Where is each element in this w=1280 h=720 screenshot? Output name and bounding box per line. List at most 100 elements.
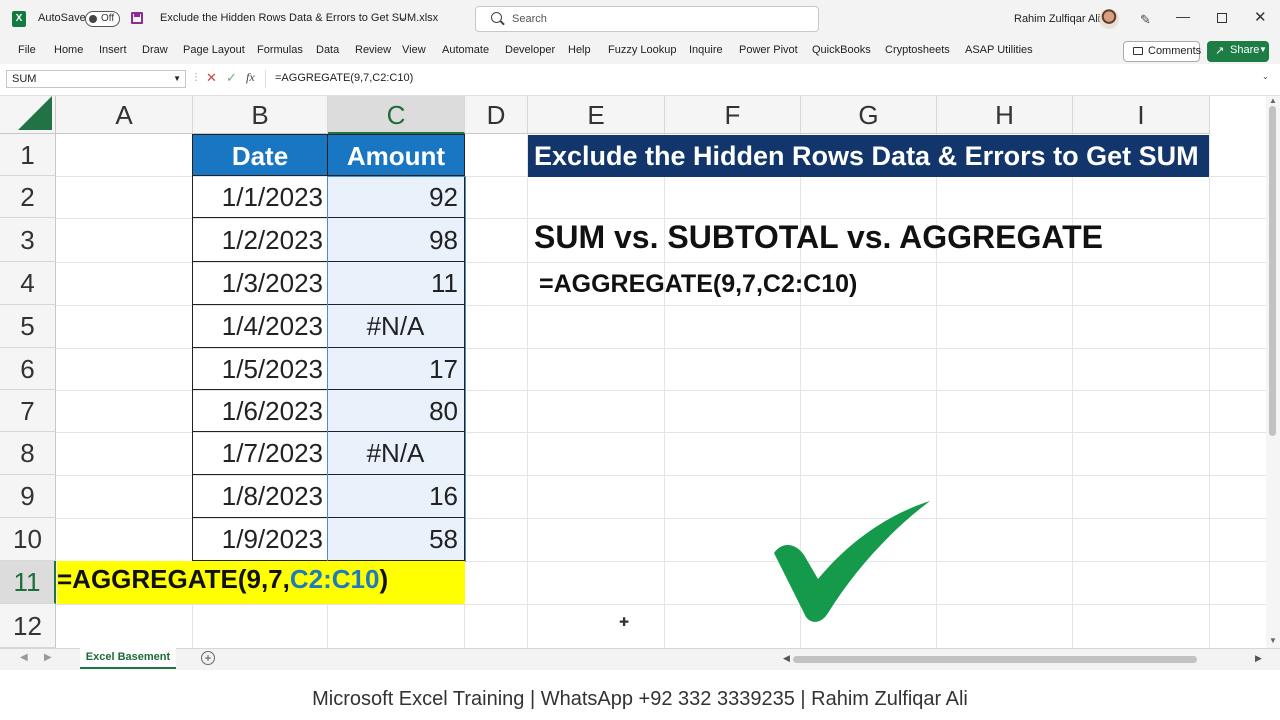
share-label: Share — [1230, 44, 1260, 56]
row-header-4[interactable]: 4 — [0, 262, 56, 305]
previous-sheet-icon[interactable]: ◀ — [20, 652, 28, 663]
comments-button[interactable]: Comments — [1123, 41, 1201, 62]
horizontal-scrollbar[interactable]: ◀ ▶ — [783, 652, 1265, 666]
row-header-7[interactable]: 7 — [0, 390, 56, 432]
formula-input[interactable]: =AGGREGATE(9,7,C2:C10) — [265, 70, 1273, 88]
scroll-down-icon[interactable]: ▼ — [1269, 636, 1277, 645]
scroll-up-icon[interactable]: ▲ — [1269, 96, 1277, 105]
column-header-e[interactable]: E — [528, 96, 665, 134]
autosave-toggle[interactable]: Off — [85, 11, 120, 27]
tab-review[interactable]: Review — [355, 44, 391, 56]
date-cell[interactable]: 1/9/2023 — [192, 518, 328, 561]
date-header-cell[interactable]: Date — [192, 134, 328, 176]
chevron-down-icon[interactable]: ⌄ — [399, 12, 407, 23]
range-selection-outline — [327, 176, 466, 562]
sheet-tab-excel-basement[interactable]: Excel Basement — [80, 648, 176, 669]
column-header-g[interactable]: G — [801, 96, 937, 134]
row-header-1[interactable]: 1 — [0, 134, 56, 176]
column-header-a[interactable]: A — [56, 96, 193, 134]
next-sheet-icon[interactable]: ▶ — [44, 652, 52, 663]
tab-view[interactable]: View — [402, 44, 426, 56]
date-cell[interactable]: 1/5/2023 — [192, 348, 328, 390]
row-header-8[interactable]: 8 — [0, 432, 56, 475]
tab-home[interactable]: Home — [54, 44, 83, 56]
cancel-icon[interactable]: ✕ — [206, 70, 217, 86]
close-icon[interactable]: ✕ — [1254, 8, 1267, 26]
row-header-5[interactable]: 5 — [0, 305, 56, 348]
formula-display-text: =AGGREGATE(9,7,C2:C10) — [539, 270, 858, 298]
insert-function-icon[interactable]: fx — [246, 70, 255, 85]
column-header-b[interactable]: B — [193, 96, 328, 134]
footer-banner: Microsoft Excel Training | WhatsApp +92 … — [0, 678, 1280, 720]
tab-page-layout[interactable]: Page Layout — [183, 44, 245, 56]
pen-icon[interactable]: ✎ — [1140, 12, 1151, 28]
tab-power-pivot[interactable]: Power Pivot — [739, 44, 798, 56]
cell-cursor-icon: ✚ — [619, 615, 630, 629]
tab-data[interactable]: Data — [316, 44, 339, 56]
column-header-h[interactable]: H — [937, 96, 1073, 134]
date-cell[interactable]: 1/3/2023 — [192, 262, 328, 305]
row-header-3[interactable]: 3 — [0, 218, 56, 262]
excel-logo-icon: X — [12, 11, 26, 27]
autosave-state: Off — [101, 13, 115, 24]
save-icon[interactable] — [131, 12, 143, 24]
expand-formula-icon[interactable]: ⌄ — [1262, 72, 1269, 81]
share-button[interactable]: ↗ Share ▼ — [1207, 41, 1269, 62]
date-cell[interactable]: 1/7/2023 — [192, 432, 328, 475]
tab-automate[interactable]: Automate — [442, 44, 489, 56]
gridline — [1209, 134, 1210, 648]
column-header-f[interactable]: F — [665, 96, 801, 134]
date-cell[interactable]: 1/6/2023 — [192, 390, 328, 432]
date-cell[interactable]: 1/8/2023 — [192, 475, 328, 518]
enter-check-icon[interactable]: ✓ — [226, 70, 237, 86]
row-header-12[interactable]: 12 — [0, 604, 56, 648]
cell-edit-formula[interactable]: =AGGREGATE(9,7,C2:C10) — [57, 564, 388, 595]
tab-file[interactable]: File — [18, 44, 36, 56]
scroll-right-icon[interactable]: ▶ — [1255, 653, 1262, 664]
tab-help[interactable]: Help — [568, 44, 591, 56]
chevron-down-icon[interactable]: ▼ — [173, 74, 181, 83]
avatar[interactable] — [1099, 9, 1119, 29]
tab-inquire[interactable]: Inquire — [689, 44, 723, 56]
chevron-down-icon[interactable]: ▼ — [1259, 45, 1267, 54]
tab-developer[interactable]: Developer — [505, 44, 555, 56]
formula-bar: SUM ▼ ⋮ ✕ ✓ fx =AGGREGATE(9,7,C2:C10) ⌄ — [0, 64, 1280, 96]
drag-handle-icon[interactable]: ⋮ — [191, 72, 201, 83]
minimize-icon[interactable]: — — [1176, 8, 1190, 24]
tab-draw[interactable]: Draw — [142, 44, 168, 56]
add-sheet-icon[interactable]: + — [201, 651, 215, 665]
sheet-tab-bar: ◀ ▶ Excel Basement + ◀ ▶ — [0, 648, 1280, 670]
tab-asap-utilities[interactable]: ASAP Utilities — [965, 44, 1033, 56]
vertical-scrollbar[interactable]: ▲ ▼ — [1266, 96, 1280, 648]
row-header-9[interactable]: 9 — [0, 475, 56, 518]
row-header-11[interactable]: 11 — [0, 561, 56, 604]
user-name[interactable]: Rahim Zulfiqar Ali — [1014, 13, 1100, 25]
name-box[interactable]: SUM ▼ — [6, 70, 186, 88]
scrollbar-thumb[interactable] — [1269, 106, 1276, 436]
date-cell[interactable]: 1/1/2023 — [192, 176, 328, 218]
autosave-label: AutoSave — [38, 12, 86, 24]
tab-quickbooks[interactable]: QuickBooks — [812, 44, 871, 56]
tab-fuzzy-lookup[interactable]: Fuzzy Lookup — [608, 44, 676, 56]
tab-cryptosheets[interactable]: Cryptosheets — [885, 44, 950, 56]
file-title[interactable]: Exclude the Hidden Rows Data & Errors to… — [160, 12, 438, 24]
worksheet-grid[interactable]: A B C D E F G H I 1 2 3 4 5 6 7 8 9 10 1… — [0, 96, 1280, 648]
checkmark-icon — [774, 501, 930, 622]
select-all-corner[interactable] — [0, 96, 56, 134]
amount-header-cell[interactable]: Amount — [327, 134, 465, 176]
search-box[interactable]: Search — [475, 6, 819, 32]
column-header-i[interactable]: I — [1073, 96, 1210, 134]
maximize-icon[interactable] — [1217, 13, 1227, 23]
row-header-10[interactable]: 10 — [0, 518, 56, 561]
row-header-2[interactable]: 2 — [0, 176, 56, 218]
date-cell[interactable]: 1/4/2023 — [192, 305, 328, 348]
column-header-d[interactable]: D — [465, 96, 528, 134]
tab-formulas[interactable]: Formulas — [257, 44, 303, 56]
row-header-6[interactable]: 6 — [0, 348, 56, 390]
date-cell[interactable]: 1/2/2023 — [192, 218, 328, 262]
scroll-left-icon[interactable]: ◀ — [783, 653, 790, 664]
toggle-knob-icon — [89, 15, 97, 23]
scrollbar-thumb[interactable] — [793, 656, 1197, 663]
tab-insert[interactable]: Insert — [99, 44, 127, 56]
column-header-c[interactable]: C — [328, 96, 465, 134]
